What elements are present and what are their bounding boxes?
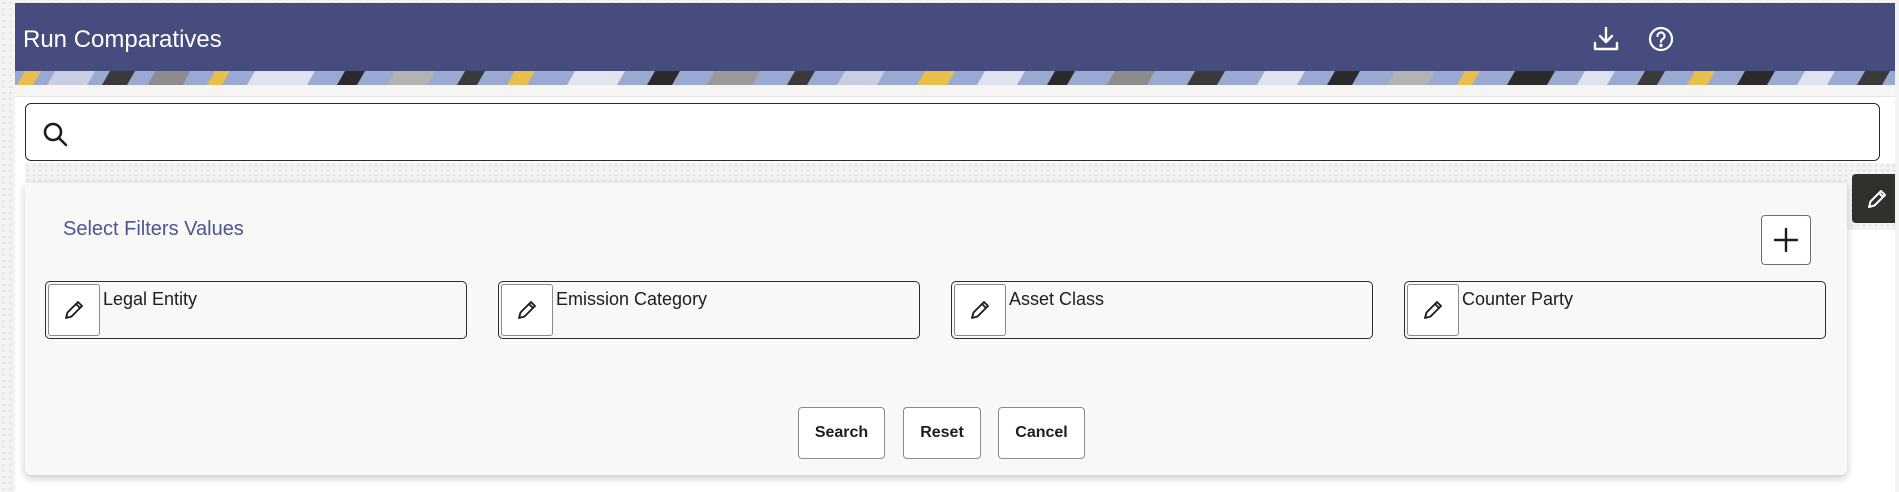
content-divider [15,85,1895,97]
filter-label: Emission Category [556,289,708,309]
app-window: Run Comparatives Select Filters Values L… [15,3,1895,492]
add-filter-button[interactable] [1761,215,1811,265]
edit-filter-button[interactable] [501,284,553,336]
cancel-button[interactable]: Cancel [998,407,1085,459]
filter-label: Asset Class [1009,289,1105,309]
pencil-icon [518,301,536,319]
edit-filter-button[interactable] [48,284,100,336]
edit-view-button[interactable] [1852,174,1895,223]
search-button[interactable]: Search [798,407,885,459]
filter-legal-entity: Legal Entity [45,281,467,339]
search-input[interactable] [84,112,1864,152]
pencil-icon [1868,189,1886,208]
filter-asset-class: Asset Class [951,281,1373,339]
filter-label: Counter Party [1462,289,1574,309]
download-icon [1593,26,1619,51]
filter-label: Legal Entity [103,289,198,309]
pencil-icon [1424,301,1442,319]
help-button[interactable] [1643,21,1679,57]
help-icon [1648,26,1674,52]
reset-button[interactable]: Reset [903,407,981,459]
page-header: Run Comparatives [15,3,1895,71]
filter-counter-party: Counter Party [1404,281,1826,339]
plus-icon [1773,227,1799,253]
page-title: Run Comparatives [23,26,222,53]
edit-filter-button[interactable] [1407,284,1459,336]
download-button[interactable] [1588,21,1624,57]
pencil-icon [65,301,83,319]
panel-title: Select Filters Values [63,218,244,240]
filter-emission-category: Emission Category [498,281,920,339]
search-icon [43,122,68,147]
header-banner [15,71,1895,85]
filters-panel: Select Filters Values Legal Entity Emiss… [25,183,1847,475]
search-box[interactable] [25,103,1880,161]
pencil-icon [971,301,989,319]
edit-filter-button[interactable] [954,284,1006,336]
